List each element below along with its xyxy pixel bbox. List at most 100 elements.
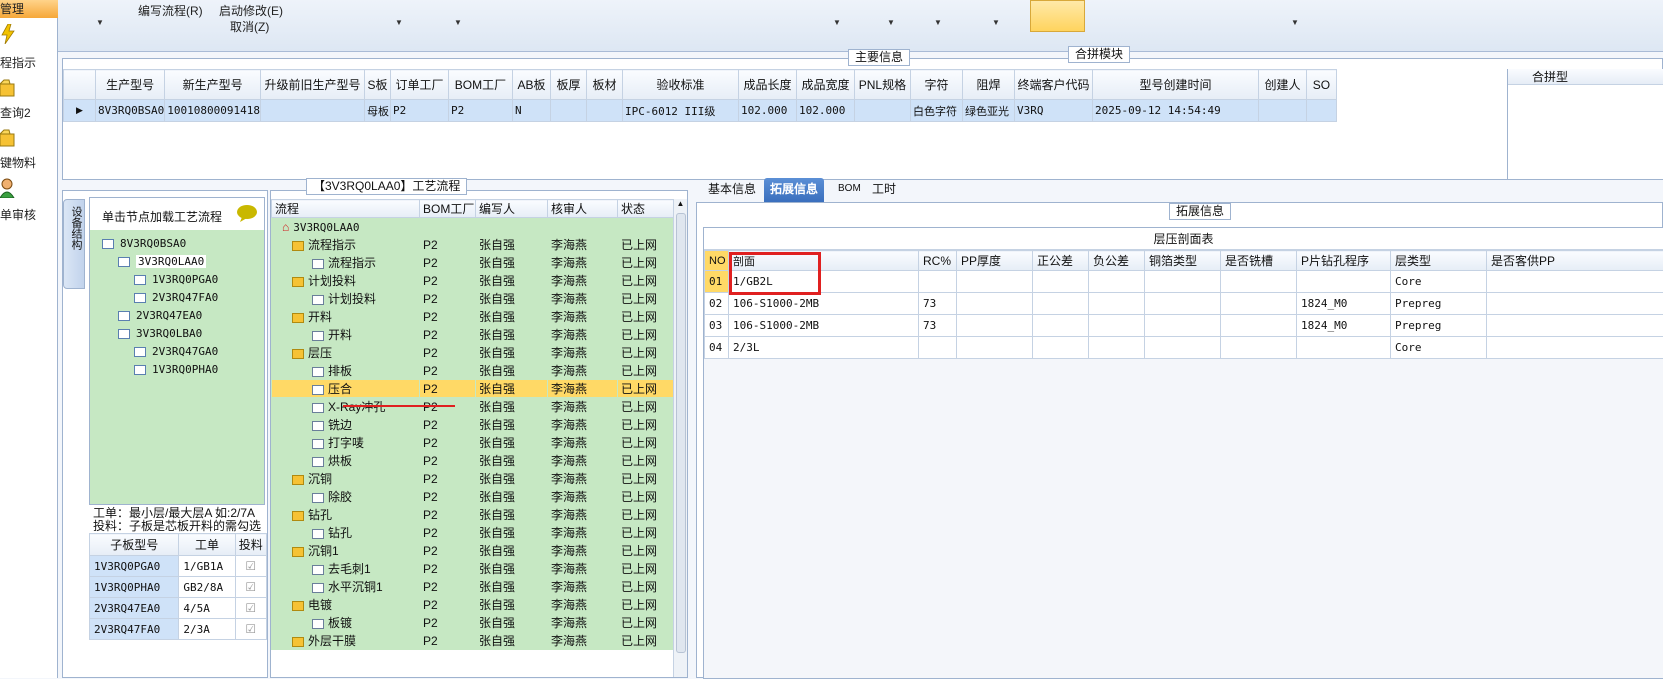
column-header[interactable]: 板材 xyxy=(586,70,622,100)
table-cell[interactable]: 2025-09-12 14:54:49 xyxy=(1092,100,1258,122)
tree-node[interactable]: 1V3RQ0PHA0 xyxy=(90,360,264,378)
chevron-down-icon[interactable]: ▼ xyxy=(887,18,895,27)
table-cell[interactable]: 母板 xyxy=(364,100,390,122)
flow-row[interactable]: 打字唛P2张自强李海燕已上网 xyxy=(272,434,674,452)
column-header[interactable]: SO xyxy=(1306,70,1336,100)
column-header[interactable]: 生产型号 xyxy=(96,70,165,100)
flow-row[interactable]: 沉铜1P2张自强李海燕已上网 xyxy=(272,542,674,560)
table-row[interactable]: 2V3RQ47FA02/3A☑ xyxy=(90,619,267,640)
tree-node[interactable]: 1V3RQ0PGA0 xyxy=(90,270,264,288)
column-header[interactable]: 正公差 xyxy=(1033,251,1089,271)
column-header[interactable]: 成品宽度 xyxy=(796,70,854,100)
column-header[interactable]: AB板 xyxy=(512,70,550,100)
column-header[interactable]: 是否客供PP xyxy=(1487,251,1663,271)
column-header[interactable]: 字符 xyxy=(910,70,962,100)
table-row[interactable]: 1V3RQ0PHA0GB2/8A☑ xyxy=(90,577,267,598)
column-header[interactable]: 编写人 xyxy=(476,200,548,218)
column-header[interactable]: 负公差 xyxy=(1089,251,1145,271)
chevron-down-icon[interactable]: ▼ xyxy=(96,18,104,27)
nav-item-review[interactable]: 单审核 xyxy=(0,176,58,224)
column-header[interactable]: BOM工厂 xyxy=(420,200,476,218)
flow-row[interactable]: 去毛刺1P2张自强李海燕已上网 xyxy=(272,560,674,578)
tree-node[interactable]: 2V3RQ47FA0 xyxy=(90,288,264,306)
flow-row[interactable]: 排板P2张自强李海燕已上网 xyxy=(272,362,674,380)
table-cell[interactable] xyxy=(550,100,586,122)
scroll-up-icon[interactable]: ▲ xyxy=(674,199,687,208)
flow-row[interactable]: 钻孔P2张自强李海燕已上网 xyxy=(272,506,674,524)
cancel-button[interactable]: 取消(Z) xyxy=(230,18,269,35)
active-toolbar-button[interactable] xyxy=(1030,0,1085,32)
flow-row[interactable]: 沉铜P2张自强李海燕已上网 xyxy=(272,470,674,488)
table-row[interactable]: 03106-S1000-2MB731824_M0Prepreg xyxy=(705,315,1663,337)
column-header[interactable]: 阻焊 xyxy=(962,70,1014,100)
flow-row[interactable]: X-Ray冲孔P2张自强李海燕已上网 xyxy=(272,398,674,416)
table-cell[interactable]: 102.000 xyxy=(738,100,796,122)
table-row[interactable]: 02106-S1000-2MB731824_M0Prepreg xyxy=(705,293,1663,315)
chevron-down-icon[interactable]: ▼ xyxy=(1291,18,1299,27)
table-cell[interactable]: 白色字符 xyxy=(910,100,962,122)
table-cell[interactable]: N xyxy=(512,100,550,122)
column-header[interactable]: 板厚 xyxy=(550,70,586,100)
column-header[interactable]: 铜箔类型 xyxy=(1145,251,1221,271)
tab-bom[interactable]: BOM xyxy=(832,178,867,202)
column-header[interactable]: PP厚度 xyxy=(957,251,1033,271)
table-cell[interactable]: 8V3RQ0BSA0 xyxy=(96,100,165,122)
column-header[interactable]: 子板型号 xyxy=(90,534,179,556)
table-cell[interactable] xyxy=(1306,100,1336,122)
tab-extended-info[interactable]: 拓展信息 xyxy=(764,178,824,202)
tree-root-row[interactable]: ⌂3V3RQ0LAA0 xyxy=(272,218,674,236)
flow-row[interactable]: 板镀P2张自强李海燕已上网 xyxy=(272,614,674,632)
checked-checkbox-icon[interactable]: ☑ xyxy=(235,556,266,577)
flow-row[interactable]: 开料P2张自强李海燕已上网 xyxy=(272,308,674,326)
flow-row[interactable]: 外层干膜P2张自强李海燕已上网 xyxy=(272,632,674,650)
column-header[interactable]: S板 xyxy=(364,70,390,100)
column-header[interactable]: 层类型 xyxy=(1391,251,1487,271)
tab-basic-info[interactable]: 基本信息 xyxy=(702,178,762,202)
row-pointer-icon[interactable]: ▶ xyxy=(64,100,96,122)
tree-node[interactable]: 3V3RQ0LAA0 xyxy=(90,252,264,270)
column-header[interactable]: 升级前旧生产型号 xyxy=(260,70,364,100)
table-cell[interactable] xyxy=(1258,100,1306,122)
nav-item-flow-instruction[interactable]: 程指示 xyxy=(0,22,58,70)
flow-row[interactable]: 计划投料P2张自强李海燕已上网 xyxy=(272,272,674,290)
table-cell[interactable]: P2 xyxy=(448,100,512,122)
flow-row[interactable]: 钻孔P2张自强李海燕已上网 xyxy=(272,524,674,542)
column-header[interactable]: 验收标准 xyxy=(622,70,738,100)
tab-device-structure[interactable]: 设备结构 xyxy=(63,199,85,289)
column-header[interactable]: 终端客户代码 xyxy=(1014,70,1092,100)
start-modify-button[interactable]: 启动修改(E) xyxy=(219,2,283,19)
chevron-down-icon[interactable]: ▼ xyxy=(395,18,403,27)
nav-item-key-material[interactable]: 键物料 xyxy=(0,124,58,172)
flow-row[interactable]: 铣边P2张自强李海燕已上网 xyxy=(272,416,674,434)
checked-checkbox-icon[interactable]: ☑ xyxy=(235,598,266,619)
checked-checkbox-icon[interactable]: ☑ xyxy=(235,577,266,598)
table-cell[interactable]: IPC-6012 III级 xyxy=(622,100,738,122)
tab-work-hours[interactable]: 工时 xyxy=(866,178,902,202)
tree-node[interactable]: 2V3RQ47GA0 xyxy=(90,342,264,360)
column-header[interactable]: P片钻孔程序 xyxy=(1297,251,1391,271)
table-cell[interactable] xyxy=(854,100,910,122)
left-nav-header[interactable]: 管理 xyxy=(0,0,58,18)
flow-row[interactable]: 开料P2张自强李海燕已上网 xyxy=(272,326,674,344)
table-row[interactable]: 2V3RQ47EA04/5A☑ xyxy=(90,598,267,619)
edit-flow-button[interactable]: 编写流程(R) xyxy=(138,2,203,19)
chevron-down-icon[interactable]: ▼ xyxy=(934,18,942,27)
column-header[interactable]: 流程 xyxy=(272,200,420,218)
flow-row[interactable]: 电镀P2张自强李海燕已上网 xyxy=(272,596,674,614)
flow-row[interactable]: 压合P2张自强李海燕已上网 xyxy=(272,380,674,398)
table-cell[interactable]: 102.000 xyxy=(796,100,854,122)
chevron-down-icon[interactable]: ▼ xyxy=(833,18,841,27)
chevron-down-icon[interactable]: ▼ xyxy=(992,18,1000,27)
column-header[interactable]: 工单 xyxy=(179,534,235,556)
column-header[interactable]: RC% xyxy=(919,251,957,271)
column-header[interactable]: 型号创建时间 xyxy=(1092,70,1258,100)
flow-row[interactable]: 计划投料P2张自强李海燕已上网 xyxy=(272,290,674,308)
table-row[interactable]: 011/GB2LCore xyxy=(705,271,1663,293)
flow-row[interactable]: 水平沉铜1P2张自强李海燕已上网 xyxy=(272,578,674,596)
flow-row[interactable]: 层压P2张自强李海燕已上网 xyxy=(272,344,674,362)
tree-node[interactable]: 8V3RQ0BSA0 xyxy=(90,234,264,252)
column-header[interactable]: 新生产型号 xyxy=(165,70,261,100)
flow-row[interactable]: 除胶P2张自强李海燕已上网 xyxy=(272,488,674,506)
column-header[interactable]: 创建人 xyxy=(1258,70,1306,100)
table-row[interactable]: 042/3LCore xyxy=(705,337,1663,359)
